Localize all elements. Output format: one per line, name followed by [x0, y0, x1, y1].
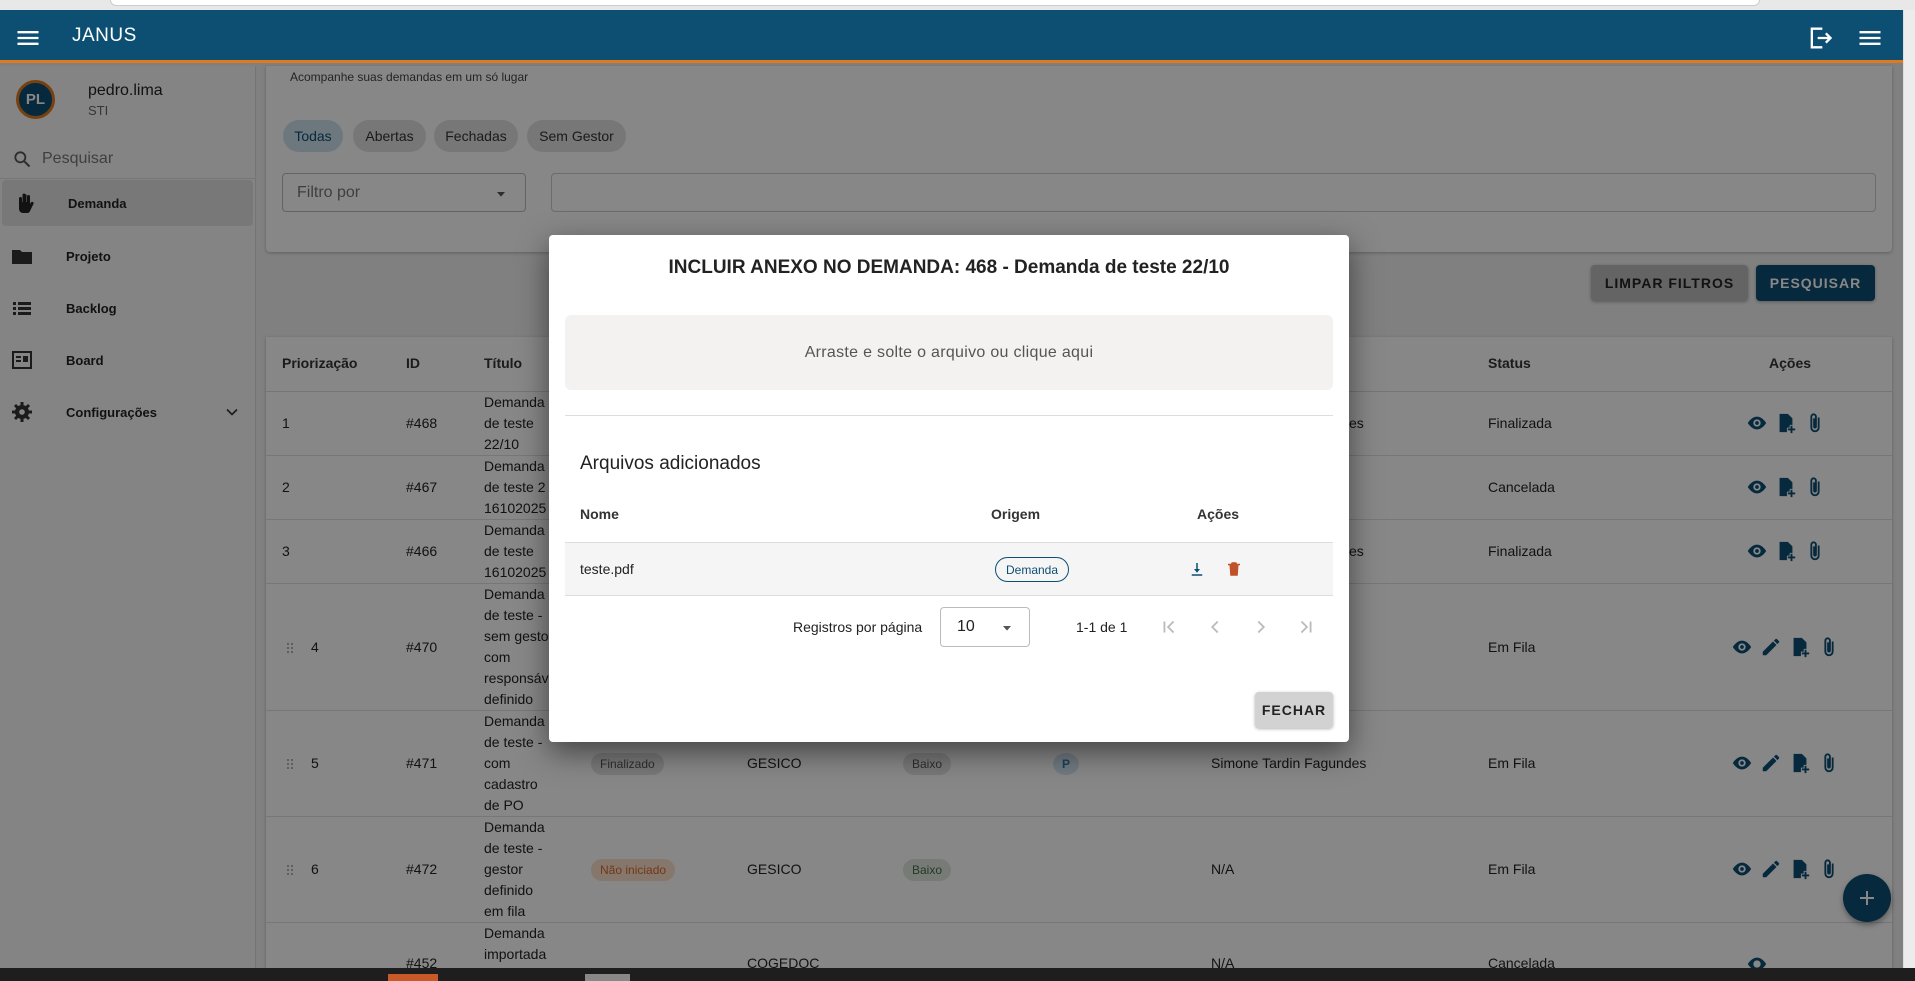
origin-badge: Demanda: [995, 557, 1070, 582]
rows-per-page-select[interactable]: 10: [940, 607, 1030, 647]
col-header-origin: Origem: [991, 506, 1041, 522]
app-bar: JANUS: [0, 10, 1903, 63]
next-page-icon[interactable]: [1250, 616, 1272, 638]
dialog-title: INCLUIR ANEXO NO DEMANDA: 468 - Demanda …: [668, 257, 1230, 278]
caret-down-icon: [1003, 626, 1011, 631]
col-header-actions: Ações: [1197, 506, 1240, 522]
rows-per-page-label: Registros por página: [793, 619, 923, 635]
last-page-icon[interactable]: [1295, 616, 1317, 638]
file-dropzone[interactable]: Arraste e solte o arquivo ou clique aqui: [565, 315, 1333, 390]
download-icon[interactable]: [1188, 560, 1206, 578]
rows-per-page-value: 10: [957, 618, 975, 635]
page-scrollbar[interactable]: [1903, 10, 1915, 968]
first-page-icon[interactable]: [1158, 616, 1180, 638]
browser-top-bar: [0, 0, 1915, 10]
browser-url-bar[interactable]: [110, 0, 1760, 6]
files-heading: Arquivos adicionados: [580, 453, 761, 474]
file-name: teste.pdf: [580, 561, 634, 577]
taskbar-item[interactable]: [388, 974, 438, 981]
attach-dialog: INCLUIR ANEXO NO DEMANDA: 468 - Demanda …: [549, 235, 1349, 742]
pagination-range: 1-1 de 1: [1076, 619, 1128, 635]
prev-page-icon[interactable]: [1204, 616, 1226, 638]
taskbar-item[interactable]: [585, 974, 630, 981]
col-header-name: Nome: [580, 506, 619, 522]
logout-icon[interactable]: [1806, 24, 1834, 52]
menu-icon[interactable]: [14, 24, 42, 52]
app-title: JANUS: [72, 25, 137, 46]
trash-icon[interactable]: [1225, 560, 1243, 578]
close-button[interactable]: FECHAR: [1255, 692, 1333, 728]
taskbar: [0, 968, 1915, 981]
file-row: teste.pdf Demanda: [565, 543, 1333, 596]
menu-right-icon[interactable]: [1856, 24, 1884, 52]
divider: [565, 415, 1333, 416]
